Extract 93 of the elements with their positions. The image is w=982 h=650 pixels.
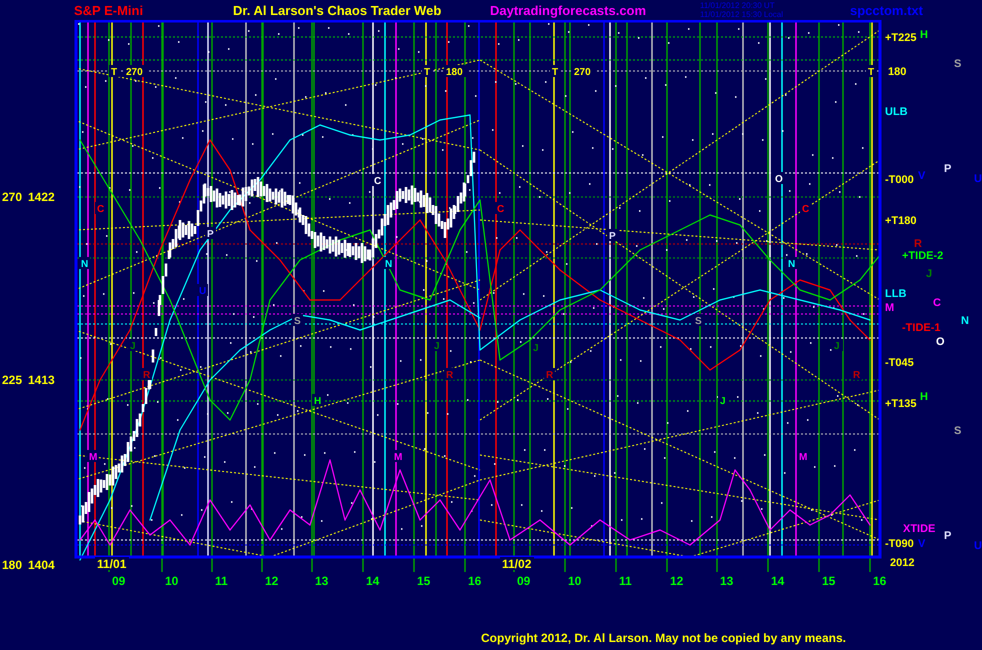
marker-label: 180 [446, 67, 463, 78]
price-label: 1422 [28, 190, 55, 204]
marker-label: N [385, 259, 392, 270]
cycle-label: O [936, 336, 945, 348]
marker-label: R [143, 370, 150, 381]
cycle-label: -T000 [885, 174, 914, 186]
site-title: Dr. Al Larson's Chaos Trader Web [233, 4, 442, 16]
marker-label: M [89, 452, 98, 463]
cycle-label: S [954, 58, 962, 70]
cycle-label: C [933, 297, 941, 309]
cycle-label: -TIDE-1 [902, 322, 940, 334]
marker-label: M [799, 452, 808, 463]
cycle-label: N [961, 315, 969, 327]
cycle-label: 180 [888, 66, 906, 78]
cycle-label: LLB [885, 288, 906, 300]
hour-label: 13 [315, 574, 328, 588]
hour-label: 14 [366, 574, 380, 588]
hour-label: 13 [720, 574, 734, 588]
marker-label: T [552, 67, 558, 78]
price-label: 1404 [28, 558, 55, 572]
angle-label: 225 [2, 373, 22, 387]
cycle-label: +T135 [885, 398, 916, 410]
cycle-label: J [926, 268, 932, 280]
cycle-label: ULB [885, 106, 908, 118]
cycle-label: +TIDE-2 [902, 250, 944, 262]
hour-label: 15 [822, 574, 836, 588]
cycle-label: V [918, 170, 926, 182]
hour-label: 16 [468, 574, 482, 588]
hour-label: 12 [265, 574, 278, 588]
timestamp: 11/01/2012 15:30 Local [700, 10, 784, 19]
hour-label: 11 [215, 574, 228, 588]
marker-label: U [199, 286, 206, 297]
cycle-label: H [920, 391, 928, 403]
hour-label: 10 [568, 574, 582, 588]
timestamp: 11/01/2012 20:30 UT [700, 1, 776, 10]
cycle-label: P [944, 530, 952, 542]
marker-label: P [207, 229, 214, 240]
market-name: S&P E-Mini [74, 4, 144, 16]
cycle-label: -T045 [885, 357, 914, 369]
marker-label: R [853, 370, 860, 381]
marker-label: T [424, 67, 430, 78]
cycle-label: +T180 [885, 215, 916, 227]
site-link[interactable]: Daytradingforecasts.com [490, 4, 700, 16]
marker-label: J [533, 343, 539, 354]
cycle-label: U [974, 173, 982, 185]
marker-label: N [788, 259, 796, 270]
hour-label: 12 [670, 574, 684, 588]
marker-label: N [81, 259, 88, 270]
marker-label: O [775, 174, 783, 185]
date-label: 11/01 [97, 557, 126, 571]
hour-label: 10 [165, 574, 178, 588]
marker-label: T [111, 67, 118, 78]
hour-label: 16 [873, 574, 886, 588]
marker-label: M [394, 452, 402, 463]
marker-label: J [434, 341, 440, 352]
cycle-label: XTIDE [903, 523, 936, 535]
marker-label: 270 [574, 67, 591, 78]
marker-label: C [802, 204, 810, 215]
hour-label: 09 [112, 574, 126, 588]
marker-label: J [834, 341, 840, 352]
cycle-label: V [918, 538, 926, 550]
cycle-label: S [954, 425, 962, 437]
angle-label: 180 [2, 558, 22, 572]
marker-label: R [446, 370, 454, 381]
cycle-label: -T090 [885, 538, 914, 550]
cycle-label: 2012 [890, 557, 914, 569]
cycle-label: U [974, 540, 982, 552]
hour-label: 09 [517, 574, 530, 588]
marker-label: P [609, 231, 616, 242]
marker-label: 270 [126, 67, 143, 78]
hour-label: 11 [619, 574, 632, 588]
hour-label: 14 [771, 574, 784, 588]
price-label: 1413 [28, 373, 55, 387]
marker-label: J [720, 396, 726, 407]
hour-label: 15 [417, 574, 430, 588]
marker-label: J [130, 341, 136, 352]
angle-label: 270 [2, 190, 22, 204]
marker-label: C [97, 204, 104, 215]
cycle-label: P [944, 163, 952, 175]
marker-label: C [497, 204, 504, 215]
cycle-label: +T225 [885, 32, 916, 44]
marker-label: H [314, 396, 322, 407]
copyright-notice: Copyright 2012, Dr. Al Larson. May not be copied by any means. [481, 632, 846, 644]
cycle-label: H [920, 29, 928, 41]
marker-label: R [546, 370, 554, 381]
marker-label: S [294, 316, 301, 327]
file-name: spcctom.txt [850, 4, 924, 16]
cycle-label: M [885, 302, 894, 314]
marker-label: T [868, 67, 874, 78]
marker-label: C [374, 176, 382, 187]
marker-label: S [695, 316, 702, 327]
date-label: 11/02 [502, 557, 532, 571]
cycle-label: R [914, 238, 922, 250]
